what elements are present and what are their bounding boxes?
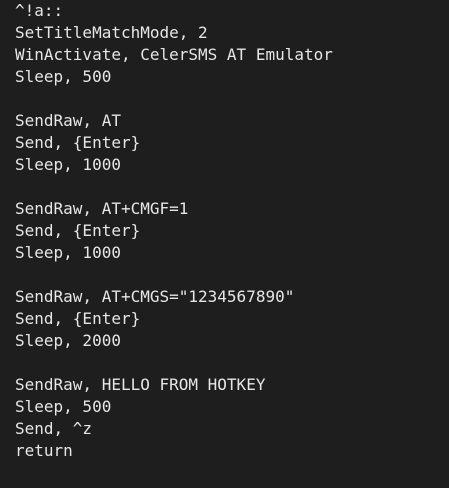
code-line: ^!a:: [15,1,64,20]
code-line: Send, {Enter} [15,221,141,240]
code-line: Sleep, 1000 [15,155,121,174]
code-line: Sleep, 1000 [15,243,121,262]
code-line: SetTitleMatchMode, 2 [15,23,208,42]
code-line: return [15,441,73,460]
code-line: SendRaw, AT+CMGF=1 [15,199,189,218]
code-block[interactable]: ^!a:: SetTitleMatchMode, 2 WinActivate, … [0,0,449,488]
code-line: Send, {Enter} [15,133,141,152]
code-line: Send, {Enter} [15,309,141,328]
code-line: Sleep, 500 [15,397,112,416]
code-line: Sleep, 2000 [15,331,121,350]
code-line: Sleep, 500 [15,67,112,86]
code-line: SendRaw, AT+CMGS="1234567890" [15,287,295,306]
code-line: SendRaw, HELLO FROM HOTKEY [15,375,266,394]
code-line: Send, ^z [15,419,93,438]
code-line: SendRaw, AT [15,111,121,130]
code-line: WinActivate, CelerSMS AT Emulator [15,45,333,64]
